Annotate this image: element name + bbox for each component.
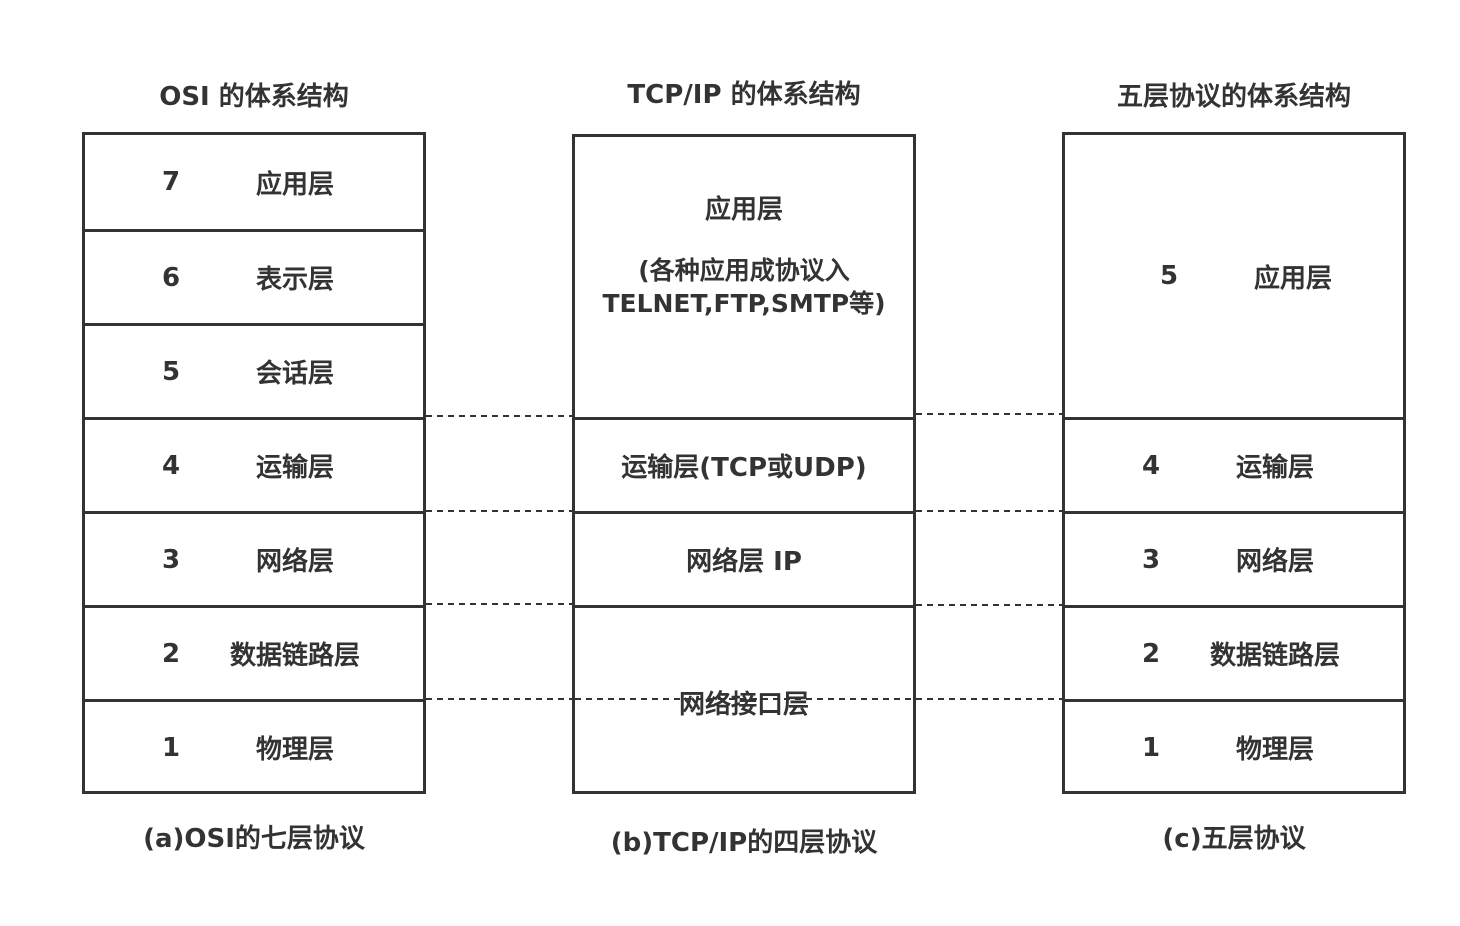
osi-caption: (a)OSI的七层协议 [143, 824, 365, 854]
layer-correspondence-lines [426, 413, 1062, 700]
five-layer-caption: (c)五层协议 [1162, 824, 1306, 854]
tcpip-caption: (b)TCP/IP的四层协议 [610, 828, 878, 858]
